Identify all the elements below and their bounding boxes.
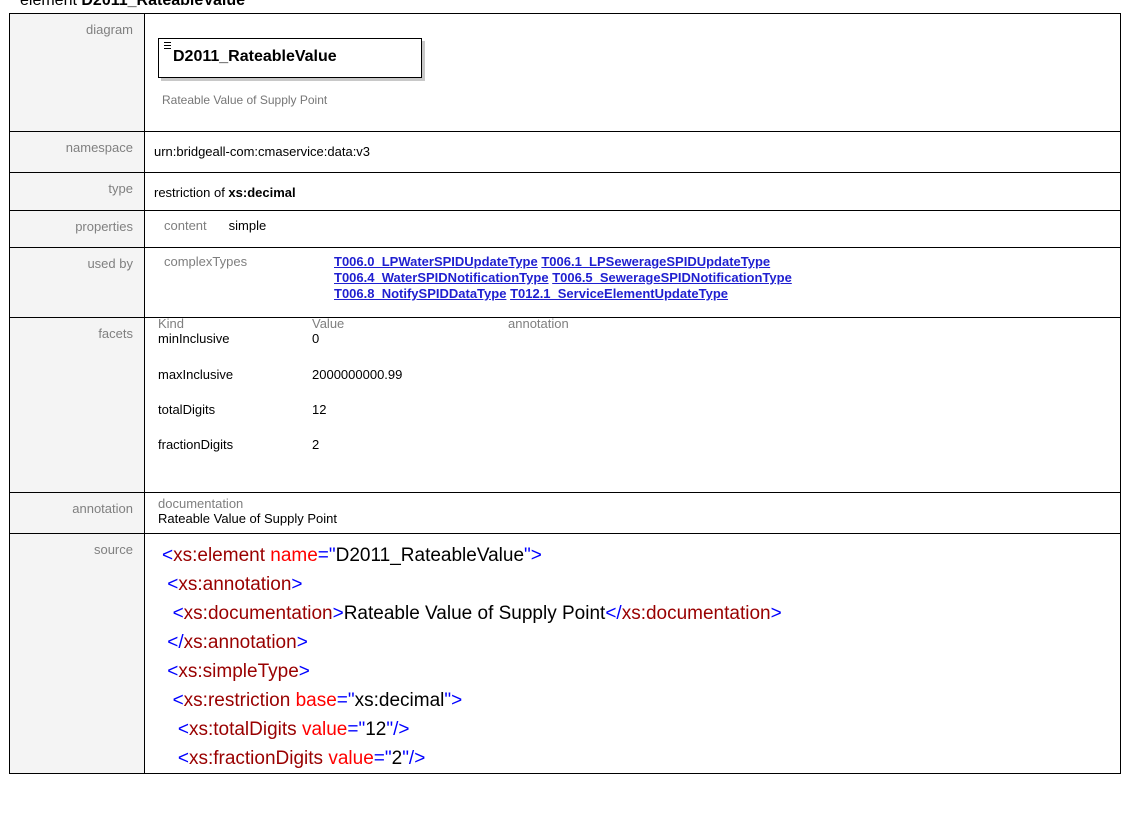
element-lines-icon — [164, 42, 171, 50]
diagram-element-box[interactable]: D2011_RateableValue — [158, 38, 422, 78]
source-fraction-digits: 2 — [391, 748, 403, 769]
facet-value: 0 — [312, 331, 320, 346]
annotation-category: documentation — [158, 496, 244, 511]
label-source: source — [9, 533, 145, 774]
used-by-link[interactable]: T006.1_LPSewerageSPIDUpdateType — [541, 254, 770, 269]
source-code: <xs:element name="D2011_RateableValue"> … — [162, 545, 782, 769]
label-type: type — [9, 172, 145, 211]
used-by-content: complexTypes T006.0_LPWaterSPIDUpdateTyp… — [154, 248, 1120, 302]
namespace-value: urn:bridgeall-com:cmaservice:data:v3 — [154, 144, 371, 159]
heading-prefix: element — [20, 0, 82, 9]
properties-line: content simple — [154, 211, 1120, 233]
page-heading: element D2011_RateableValue — [20, 0, 245, 10]
used-by-link[interactable]: T006.4_WaterSPIDNotificationType — [334, 270, 549, 285]
facet-value: 2 — [312, 437, 320, 452]
used-by-link[interactable]: T006.8_NotifySPIDDataType — [334, 286, 506, 301]
row-type: type restriction of xs:decimal — [9, 172, 1121, 211]
type-value: restriction of xs:decimal — [154, 173, 1120, 200]
row-annotation: annotation documentation Rateable Value … — [9, 492, 1121, 534]
facets-header-annotation: annotation — [508, 316, 569, 331]
used-by-link[interactable]: T006.0_LPWaterSPIDUpdateType — [334, 254, 538, 269]
label-namespace: namespace — [9, 131, 145, 173]
type-prefix: restriction of — [154, 185, 229, 200]
used-by-link[interactable]: T012.1_ServiceElementUpdateType — [510, 286, 728, 301]
heading-element-name: D2011_RateableValue — [81, 0, 246, 9]
facets-header-kind: Kind — [158, 316, 185, 331]
property-key: content — [164, 218, 207, 233]
used-by-link[interactable]: T006.5_SewerageSPIDNotificationType — [552, 270, 792, 285]
facet-kind: fractionDigits — [158, 437, 234, 452]
facets-table: Kind Value annotation minInclusive 0 max… — [158, 317, 569, 462]
source-element-name: D2011_RateableValue — [335, 545, 525, 566]
diagram-cell: D2011_RateableValue Rateable Value of Su… — [144, 13, 1121, 132]
facet-kind: minInclusive — [158, 331, 230, 346]
facet-kind: maxInclusive — [158, 367, 234, 382]
row-source: source <xs:element name="D2011_RateableV… — [9, 533, 1121, 774]
source-total-digits: 12 — [365, 719, 387, 740]
row-properties: properties content simple — [9, 210, 1121, 248]
facet-row: maxInclusive 2000000000.99 — [158, 357, 569, 392]
type-base: xs:decimal — [228, 185, 296, 200]
element-doc-table: diagram D2011_RateableValue Rateable Val… — [9, 13, 1121, 774]
facets-header-value: Value — [312, 316, 345, 331]
facet-row: totalDigits 12 — [158, 392, 569, 427]
label-properties: properties — [9, 210, 145, 248]
source-documentation: Rateable Value of Supply Point — [343, 603, 606, 624]
facet-kind: totalDigits — [158, 402, 216, 417]
row-diagram: diagram D2011_RateableValue Rateable Val… — [9, 13, 1121, 132]
annotation-text: Rateable Value of Supply Point — [158, 511, 337, 526]
source-restriction-base: xs:decimal — [354, 690, 445, 711]
facet-value: 2000000000.99 — [312, 367, 403, 382]
label-facets: facets — [9, 317, 145, 493]
row-used-by: used by complexTypes T006.0_LPWaterSPIDU… — [9, 247, 1121, 318]
label-annotation: annotation — [9, 492, 145, 534]
row-facets: facets Kind Value annotation minInclusiv… — [9, 317, 1121, 493]
facet-row: fractionDigits 2 — [158, 427, 569, 462]
diagram-description: Rateable Value of Supply Point — [162, 93, 328, 107]
facet-value: 12 — [312, 402, 327, 417]
row-namespace: namespace urn:bridgeall-com:cmaservice:d… — [9, 131, 1121, 173]
facet-row: minInclusive 0 — [158, 331, 569, 357]
used-by-links: T006.0_LPWaterSPIDUpdateType T006.1_LPSe… — [334, 254, 792, 302]
label-used-by: used by — [9, 247, 145, 318]
diagram-element-name: D2011_RateableValue — [173, 48, 337, 65]
used-by-category: complexTypes — [164, 254, 248, 269]
label-diagram: diagram — [9, 13, 145, 132]
property-value: simple — [228, 218, 267, 233]
